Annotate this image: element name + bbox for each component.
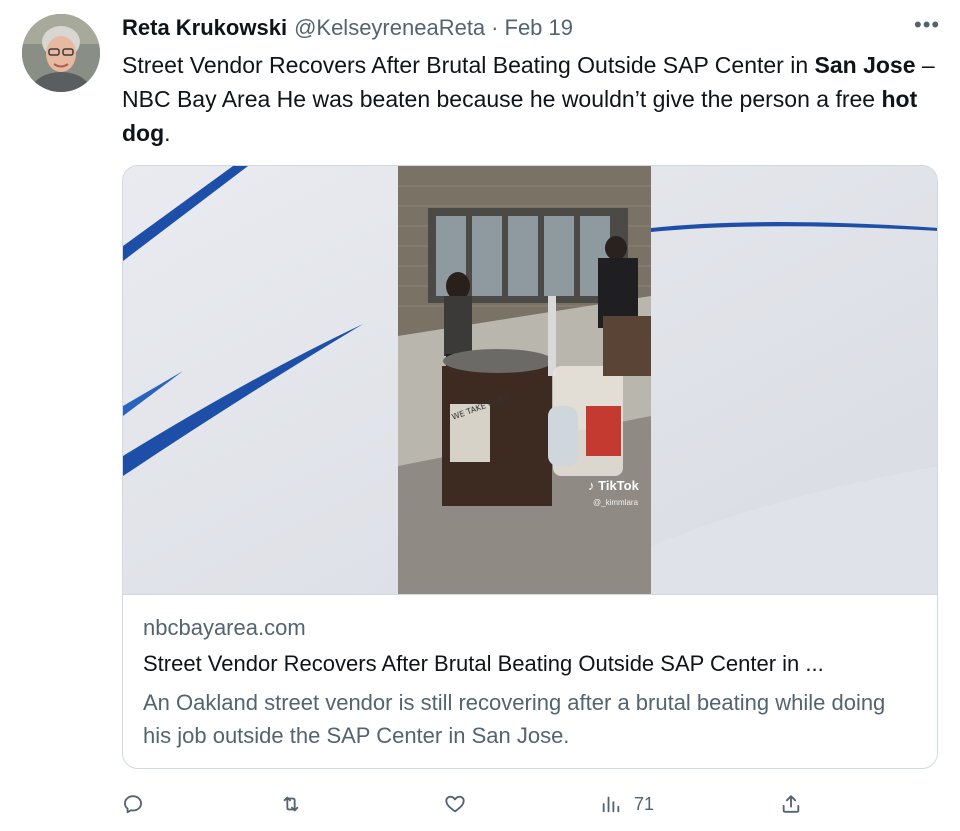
author-name[interactable]: Reta Krukowski — [122, 15, 287, 41]
views-count: 71 — [634, 793, 655, 814]
tweet-action-bar: 71 — [122, 788, 822, 820]
author-handle[interactable]: @KelseyreneaReta — [294, 15, 485, 41]
card-title: Street Vendor Recovers After Brutal Beat… — [143, 651, 824, 676]
retweet-icon — [283, 796, 299, 812]
views-chart-icon — [602, 796, 620, 813]
video-thumbnail[interactable]: WE TAKE CARD ♪ TikTok @_kimmlara — [398, 166, 651, 594]
avatar-photo — [22, 14, 100, 92]
tweet-text-segment: Street Vendor Recovers After Brutal Beat… — [122, 52, 815, 78]
tiktok-username: @_kimmlara — [593, 498, 639, 507]
card-domain: nbcbayarea.com — [143, 615, 306, 640]
reply-icon — [124, 795, 142, 814]
link-card[interactable]: WE TAKE CARD ♪ TikTok @_kimmlara nbcbaya… — [122, 165, 938, 769]
reply-button[interactable] — [122, 788, 144, 820]
share-icon — [782, 795, 800, 813]
more-options-icon[interactable]: ••• — [914, 14, 940, 40]
retweet-button[interactable] — [280, 788, 302, 820]
separator-dot: · — [491, 15, 499, 40]
views-button[interactable]: 71 — [600, 788, 654, 820]
tweet-date[interactable]: Feb 19 — [505, 15, 574, 41]
author-avatar[interactable] — [22, 14, 100, 92]
card-description: An Oakland street vendor is still recove… — [143, 690, 886, 748]
tweet-text: Street Vendor Recovers After Brutal Beat… — [122, 48, 942, 150]
heart-icon — [445, 795, 465, 813]
like-button[interactable] — [444, 788, 466, 820]
card-body[interactable]: nbcbayarea.com Street Vendor Recovers Af… — [123, 594, 937, 768]
tiktok-brand: TikTok — [598, 478, 639, 493]
tiktok-logo-icon: ♪ — [588, 478, 595, 493]
share-button[interactable] — [780, 788, 802, 820]
card-image[interactable]: WE TAKE CARD ♪ TikTok @_kimmlara — [123, 166, 937, 594]
tweet-header: Reta Krukowski @KelseyreneaReta · Feb 19… — [122, 12, 940, 44]
tiktok-watermark: ♪ TikTok — [588, 478, 639, 493]
video-still: WE TAKE CARD — [398, 166, 651, 594]
tweet-text-bold-segment: San Jose — [814, 52, 916, 78]
tweet-text-segment: . — [164, 120, 171, 146]
